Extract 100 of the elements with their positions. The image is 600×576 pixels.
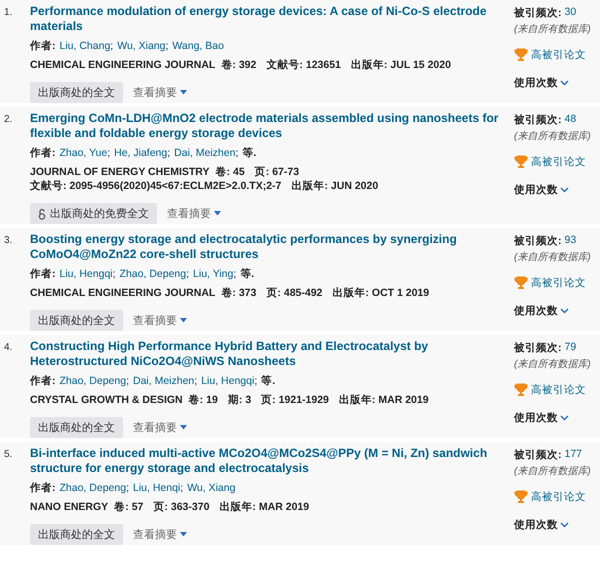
citation-count-link[interactable]: 177 bbox=[564, 448, 582, 462]
usage-count-toggle[interactable]: 使用次数 bbox=[514, 518, 569, 532]
meta-label: 出版年: bbox=[291, 179, 328, 193]
author-link[interactable]: Liu, Hengqi bbox=[201, 374, 254, 388]
author-link[interactable]: Zhao, Depeng bbox=[120, 267, 186, 281]
author-link[interactable]: Zhao, Yue bbox=[60, 146, 108, 160]
highly-cited-link[interactable]: 高被引论文 bbox=[514, 48, 600, 62]
meta-label: 文献号: bbox=[266, 58, 303, 72]
usage-count-toggle[interactable]: 使用次数 bbox=[514, 76, 569, 90]
author-link[interactable]: Zhao, Depeng bbox=[60, 481, 126, 495]
view-abstract-link[interactable]: 查看摘要 bbox=[167, 206, 221, 221]
author-link[interactable]: Zhao, Depeng bbox=[60, 374, 126, 388]
highly-cited-link[interactable]: 高被引论文 bbox=[514, 490, 600, 504]
citations-note: (来自所有数据库) bbox=[514, 130, 592, 143]
citation-count-link[interactable]: 93 bbox=[564, 234, 576, 248]
meta-value: 373 bbox=[238, 286, 256, 300]
authors-label: 作者: bbox=[30, 374, 56, 388]
view-abstract-link[interactable]: 查看摘要 bbox=[133, 85, 187, 100]
meta-label: 页: bbox=[153, 500, 168, 514]
trophy-icon bbox=[514, 276, 528, 290]
author-link[interactable]: He, Jiafeng bbox=[114, 146, 168, 160]
meta-label: 出版年: bbox=[350, 58, 388, 72]
citation-count-link[interactable]: 48 bbox=[564, 113, 576, 127]
meta-label: 页: bbox=[261, 393, 276, 407]
highly-cited-link[interactable]: 高被引论文 bbox=[514, 276, 600, 290]
usage-count-toggle[interactable]: 使用次数 bbox=[514, 411, 569, 425]
usage-count-toggle[interactable]: 使用次数 bbox=[514, 183, 569, 197]
meta-value: 19 bbox=[206, 393, 218, 407]
meta-label: 卷: bbox=[221, 58, 236, 72]
usage-count-toggle[interactable]: 使用次数 bbox=[514, 304, 569, 318]
highly-cited-link[interactable]: 高被引论文 bbox=[514, 383, 600, 397]
meta-value: JUN 2020 bbox=[330, 179, 378, 193]
author-link[interactable]: Liu, Chang bbox=[60, 39, 110, 53]
author-link[interactable]: Wu, Xiang bbox=[187, 481, 236, 495]
et-al-label: 等. bbox=[261, 374, 276, 388]
separator: ; bbox=[110, 39, 114, 53]
chevron-icon bbox=[560, 415, 569, 421]
meta-label: 卷: bbox=[221, 286, 236, 300]
authors-label: 作者: bbox=[30, 146, 56, 160]
authors-label: 作者: bbox=[30, 481, 56, 495]
meta-label: 页: bbox=[254, 165, 270, 179]
record-number: 4. bbox=[4, 341, 14, 355]
author-link[interactable]: Liu, Ying bbox=[193, 267, 234, 281]
separator: ; bbox=[233, 267, 236, 281]
separator: ; bbox=[112, 267, 116, 281]
meta-label: 出版年: bbox=[332, 286, 369, 300]
meta-label: 页: bbox=[266, 286, 281, 300]
caret-icon bbox=[214, 211, 221, 216]
author-link[interactable]: Dai, Meizhen bbox=[174, 146, 236, 160]
separator: ; bbox=[194, 374, 198, 388]
citations-note: (来自所有数据库) bbox=[514, 464, 592, 478]
journal-name: JOURNAL OF ENERGY CHEMISTRY bbox=[30, 165, 210, 179]
trophy-icon bbox=[514, 490, 528, 504]
meta-value: 45 bbox=[233, 165, 245, 179]
separator: ; bbox=[167, 146, 170, 160]
author-link[interactable]: Dai, Meizhen bbox=[132, 374, 194, 388]
caret-icon bbox=[180, 532, 187, 537]
full-text-button[interactable]: 出版商处的全文 bbox=[30, 524, 123, 545]
article-title-link[interactable]: Constructing High Performance Hybrid Battery and Electrocatalyst by Heterostructured NiCo2O4@NiWS Nanosheets bbox=[30, 339, 514, 369]
citations-label: 被引频次: bbox=[514, 341, 562, 355]
author-link[interactable]: Wang, Bao bbox=[172, 39, 224, 53]
meta-value: 1921-1929 bbox=[278, 393, 329, 407]
full-text-button[interactable]: 出版商处的全文 bbox=[30, 310, 123, 331]
record-number: 2. bbox=[4, 113, 14, 127]
citations-note: (来自所有数据库) bbox=[514, 22, 592, 36]
separator: ; bbox=[254, 374, 258, 388]
chevron-icon bbox=[560, 187, 569, 193]
highly-cited-link[interactable]: 高被引论文 bbox=[514, 155, 600, 169]
meta-value: JUL 15 2020 bbox=[390, 58, 451, 72]
full-text-button[interactable]: 出版商处的全文 bbox=[30, 417, 123, 438]
et-al-label: 等. bbox=[240, 267, 254, 281]
author-link[interactable]: Wu, Xiang bbox=[117, 39, 166, 53]
citation-count-link[interactable]: 30 bbox=[564, 6, 576, 20]
separator: ; bbox=[107, 146, 110, 160]
meta-value: MAR 2019 bbox=[378, 393, 429, 407]
meta-value: 485-492 bbox=[284, 286, 322, 300]
article-title-link[interactable]: Performance modulation of energy storage devices: A case of Ni-Co-S electrode materials bbox=[30, 4, 514, 34]
full-text-button[interactable]: 出版商处的全文 bbox=[30, 82, 123, 103]
journal-name: CRYSTAL GROWTH & DESIGN bbox=[30, 393, 183, 407]
authors-label: 作者: bbox=[30, 39, 56, 53]
article-title-link[interactable]: Boosting energy storage and electrocatalytic performances by synergizing CoMoO4@MoZn22 core-shell structures bbox=[30, 232, 514, 262]
meta-label: 出版年: bbox=[219, 500, 256, 514]
article-title-link[interactable]: Bi-interface induced multi-active MCo2O4@MCo2S4@PPy (M = Ni, Zn) sandwich structure for energy storage and electrocatalysis bbox=[30, 446, 514, 476]
authors-label: 作者: bbox=[30, 267, 56, 281]
author-link[interactable]: Liu, Hengqi bbox=[60, 267, 113, 281]
chevron-icon bbox=[560, 522, 569, 528]
meta-label: 卷: bbox=[114, 500, 129, 514]
view-abstract-link[interactable]: 查看摘要 bbox=[133, 527, 187, 542]
citations-note: (来自所有数据库) bbox=[514, 358, 592, 371]
citation-count-link[interactable]: 79 bbox=[564, 341, 576, 355]
author-link[interactable]: Liu, Henqi bbox=[132, 481, 180, 495]
chevron-icon bbox=[560, 308, 569, 314]
meta-value: OCT 1 2019 bbox=[372, 286, 430, 300]
view-abstract-link[interactable]: 查看摘要 bbox=[133, 420, 187, 435]
record-number: 5. bbox=[4, 448, 14, 462]
full-text-button[interactable]: 出版商处的免费全文 bbox=[30, 203, 157, 224]
article-title-link[interactable]: Emerging CoMn-LDH@MnO2 electrode materials assembled using nanosheets for flexible and foldable energy storage devices bbox=[30, 111, 514, 141]
view-abstract-link[interactable]: 查看摘要 bbox=[133, 313, 187, 328]
meta-value: MAR 2019 bbox=[258, 500, 310, 514]
meta-value: 2095-4956(2020)45<67:ECLM2E>2.0.TX;2-7 bbox=[70, 179, 282, 193]
